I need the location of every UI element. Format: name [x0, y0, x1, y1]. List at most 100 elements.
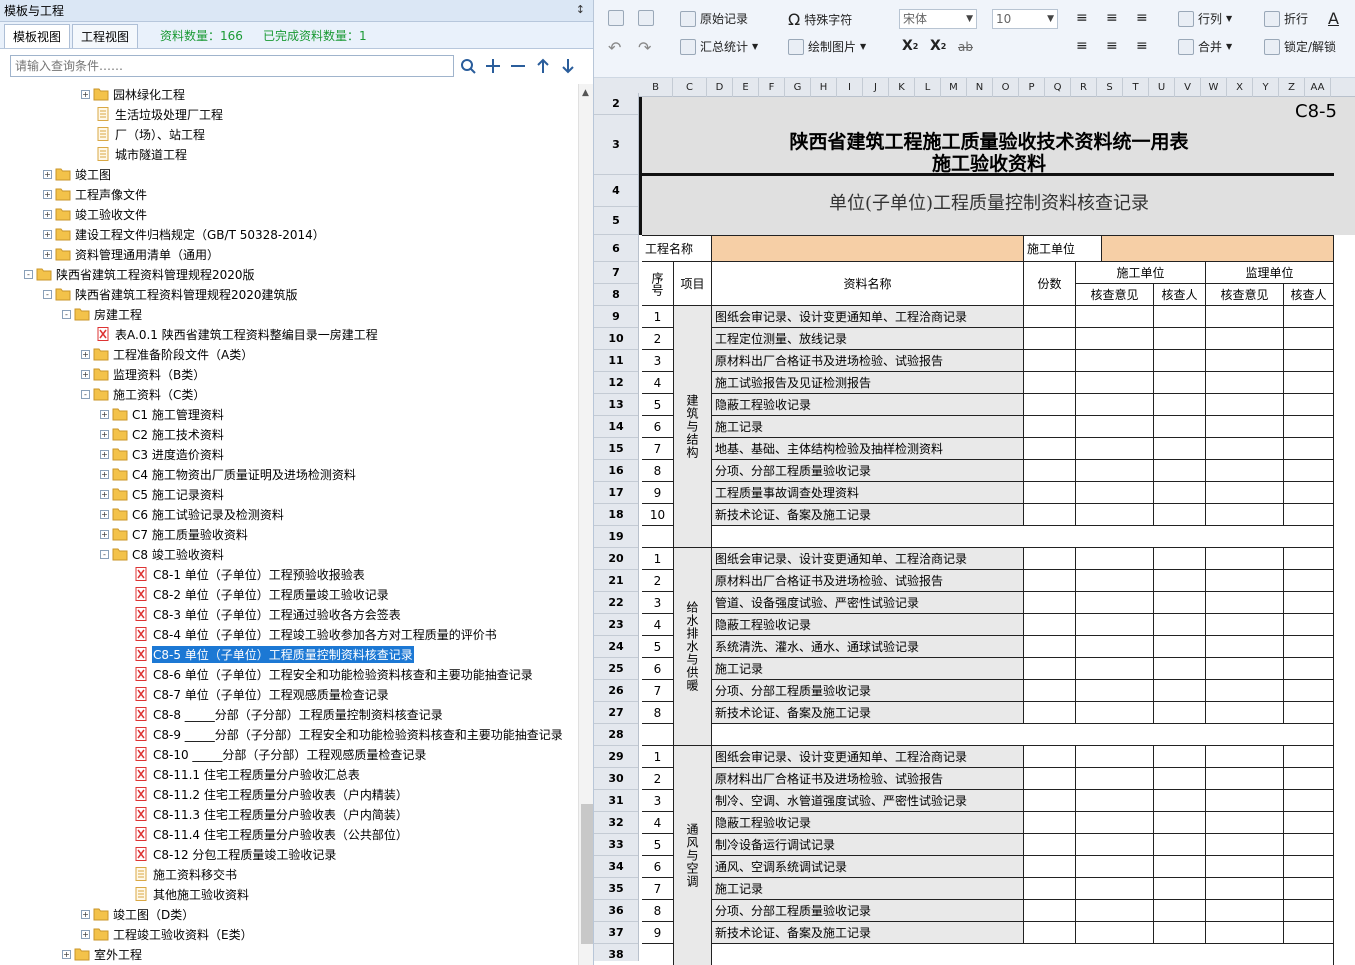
su-checker-cell[interactable] [1284, 438, 1334, 460]
su-checker-cell[interactable] [1284, 922, 1334, 944]
tree-item[interactable]: C8-11.3 住宅工程质量分户验收表（户内简装） [133, 804, 409, 824]
copies-cell[interactable] [1024, 878, 1076, 900]
row-header[interactable]: 16 [594, 460, 638, 482]
tree-item[interactable]: C8-2 单位（子单位）工程质量竣工验收记录 [133, 584, 390, 604]
copies-cell[interactable] [1024, 900, 1076, 922]
cu-opinion-cell[interactable] [1076, 746, 1154, 768]
expand-icon[interactable]: + [81, 909, 90, 919]
add-icon[interactable] [482, 55, 504, 77]
row-header[interactable]: 38 [594, 944, 638, 965]
font-size-select[interactable]: 10 ▼ [992, 9, 1058, 29]
su-opinion-cell[interactable] [1206, 900, 1284, 922]
tree-item[interactable]: C8-1 单位（子单位）工程预验收报验表 [133, 564, 366, 584]
collapse-icon[interactable]: - [81, 389, 90, 399]
cu-opinion-cell[interactable] [1076, 768, 1154, 790]
strikethrough-button[interactable]: ab [958, 40, 973, 54]
copies-cell[interactable] [1024, 570, 1076, 592]
su-checker-cell[interactable] [1284, 548, 1334, 570]
column-header[interactable]: V [1175, 78, 1201, 97]
undo-icon[interactable]: ↶ [608, 38, 621, 57]
tree-item[interactable]: + C5 施工记录资料 [100, 484, 225, 504]
cu-checker-cell[interactable] [1154, 614, 1206, 636]
tree-item[interactable]: C8-10 _____分部（子分部）工程观感质量检查记录 [133, 744, 427, 764]
cu-checker-cell[interactable] [1154, 394, 1206, 416]
cu-checker-cell[interactable] [1154, 812, 1206, 834]
blank-cell[interactable] [712, 944, 1334, 965]
cu-opinion-cell[interactable] [1076, 350, 1154, 372]
copies-cell[interactable] [1024, 636, 1076, 658]
cu-opinion-cell[interactable] [1076, 328, 1154, 350]
expand-icon[interactable]: + [43, 209, 52, 219]
merge-button[interactable]: 合并 ▼ [1178, 38, 1232, 55]
column-header[interactable]: Y [1253, 78, 1279, 97]
cu-checker-cell[interactable] [1154, 570, 1206, 592]
tree-item[interactable]: + C2 施工技术资料 [100, 424, 225, 444]
tree-item[interactable]: + 竣工验收文件 [43, 204, 148, 224]
row-header[interactable]: 33 [594, 834, 638, 856]
su-checker-cell[interactable] [1284, 658, 1334, 680]
column-header[interactable]: S [1097, 78, 1123, 97]
tree-item[interactable]: + 竣工图 [43, 164, 112, 184]
blank-cell[interactable] [642, 944, 674, 965]
copies-cell[interactable] [1024, 372, 1076, 394]
row-header[interactable]: 24 [594, 636, 638, 658]
row-header[interactable]: 29 [594, 746, 638, 768]
cu-opinion-cell[interactable] [1076, 614, 1154, 636]
su-opinion-cell[interactable] [1206, 570, 1284, 592]
form-grid[interactable]: C8-5 陕西省建筑工程施工质量验收技术资料统一用表 施工验收资料 单位(子单位)工程… [639, 97, 1355, 965]
cu-opinion-cell[interactable] [1076, 306, 1154, 328]
row-header[interactable]: 30 [594, 768, 638, 790]
expand-icon[interactable]: + [43, 189, 52, 199]
su-opinion-cell[interactable] [1206, 834, 1284, 856]
su-opinion-cell[interactable] [1206, 416, 1284, 438]
search-input[interactable] [10, 54, 454, 77]
column-header[interactable]: U [1149, 78, 1175, 97]
cu-opinion-cell[interactable] [1076, 548, 1154, 570]
expand-icon[interactable]: + [81, 929, 90, 939]
special-char-button[interactable]: Ω 特殊字符 [788, 10, 852, 29]
su-checker-cell[interactable] [1284, 768, 1334, 790]
cu-checker-cell[interactable] [1154, 416, 1206, 438]
copies-cell[interactable] [1024, 460, 1076, 482]
expand-icon[interactable]: + [43, 229, 52, 239]
row-header[interactable]: 14 [594, 416, 638, 438]
cu-checker-cell[interactable] [1154, 658, 1206, 680]
collapse-icon[interactable]: - [62, 309, 71, 319]
tree-item[interactable]: 城市隧道工程 [95, 144, 188, 164]
font-color-icon[interactable]: A [1328, 9, 1339, 28]
row-header[interactable]: 7 [594, 262, 638, 284]
tree-item[interactable]: + 资料管理通用清单（通用） [43, 244, 220, 264]
tree-item[interactable]: 表A.0.1 陕西省建筑工程资料整编目录一房建工程 [95, 324, 379, 344]
cu-opinion-cell[interactable] [1076, 812, 1154, 834]
copies-cell[interactable] [1024, 812, 1076, 834]
paste-icon[interactable] [638, 10, 658, 26]
copies-cell[interactable] [1024, 306, 1076, 328]
cu-opinion-cell[interactable] [1076, 416, 1154, 438]
original-record-button[interactable]: 原始记录 [680, 10, 748, 27]
su-checker-cell[interactable] [1284, 460, 1334, 482]
cu-checker-cell[interactable] [1154, 834, 1206, 856]
column-header[interactable]: J [863, 78, 889, 97]
row-header[interactable]: 17 [594, 482, 638, 504]
cu-opinion-cell[interactable] [1076, 658, 1154, 680]
expand-icon[interactable]: + [100, 529, 109, 539]
copies-cell[interactable] [1024, 416, 1076, 438]
su-opinion-cell[interactable] [1206, 878, 1284, 900]
su-checker-cell[interactable] [1284, 790, 1334, 812]
search-icon[interactable] [457, 55, 479, 77]
copies-cell[interactable] [1024, 680, 1076, 702]
row-header[interactable]: 19 [594, 526, 638, 548]
copies-cell[interactable] [1024, 394, 1076, 416]
tree-item[interactable]: C8-3 单位（子单位）工程通过验收各方会签表 [133, 604, 402, 624]
row-header[interactable]: 35 [594, 878, 638, 900]
tree-item[interactable]: - 陕西省建筑工程资料管理规程2020建筑版 [43, 284, 299, 304]
cu-checker-cell[interactable] [1154, 746, 1206, 768]
row-header[interactable]: 5 [594, 207, 638, 235]
expand-icon[interactable]: + [81, 89, 90, 99]
cu-opinion-cell[interactable] [1076, 372, 1154, 394]
row-header[interactable]: 28 [594, 724, 638, 746]
tree-item[interactable]: 其他施工验收资料 [133, 884, 250, 904]
construct-unit-field[interactable] [1102, 235, 1334, 262]
column-header[interactable]: O [993, 78, 1019, 97]
tree-item[interactable]: C8-9 _____分部（子分部）工程安全和功能检验资料核查和主要功能抽查记录 [133, 724, 564, 744]
